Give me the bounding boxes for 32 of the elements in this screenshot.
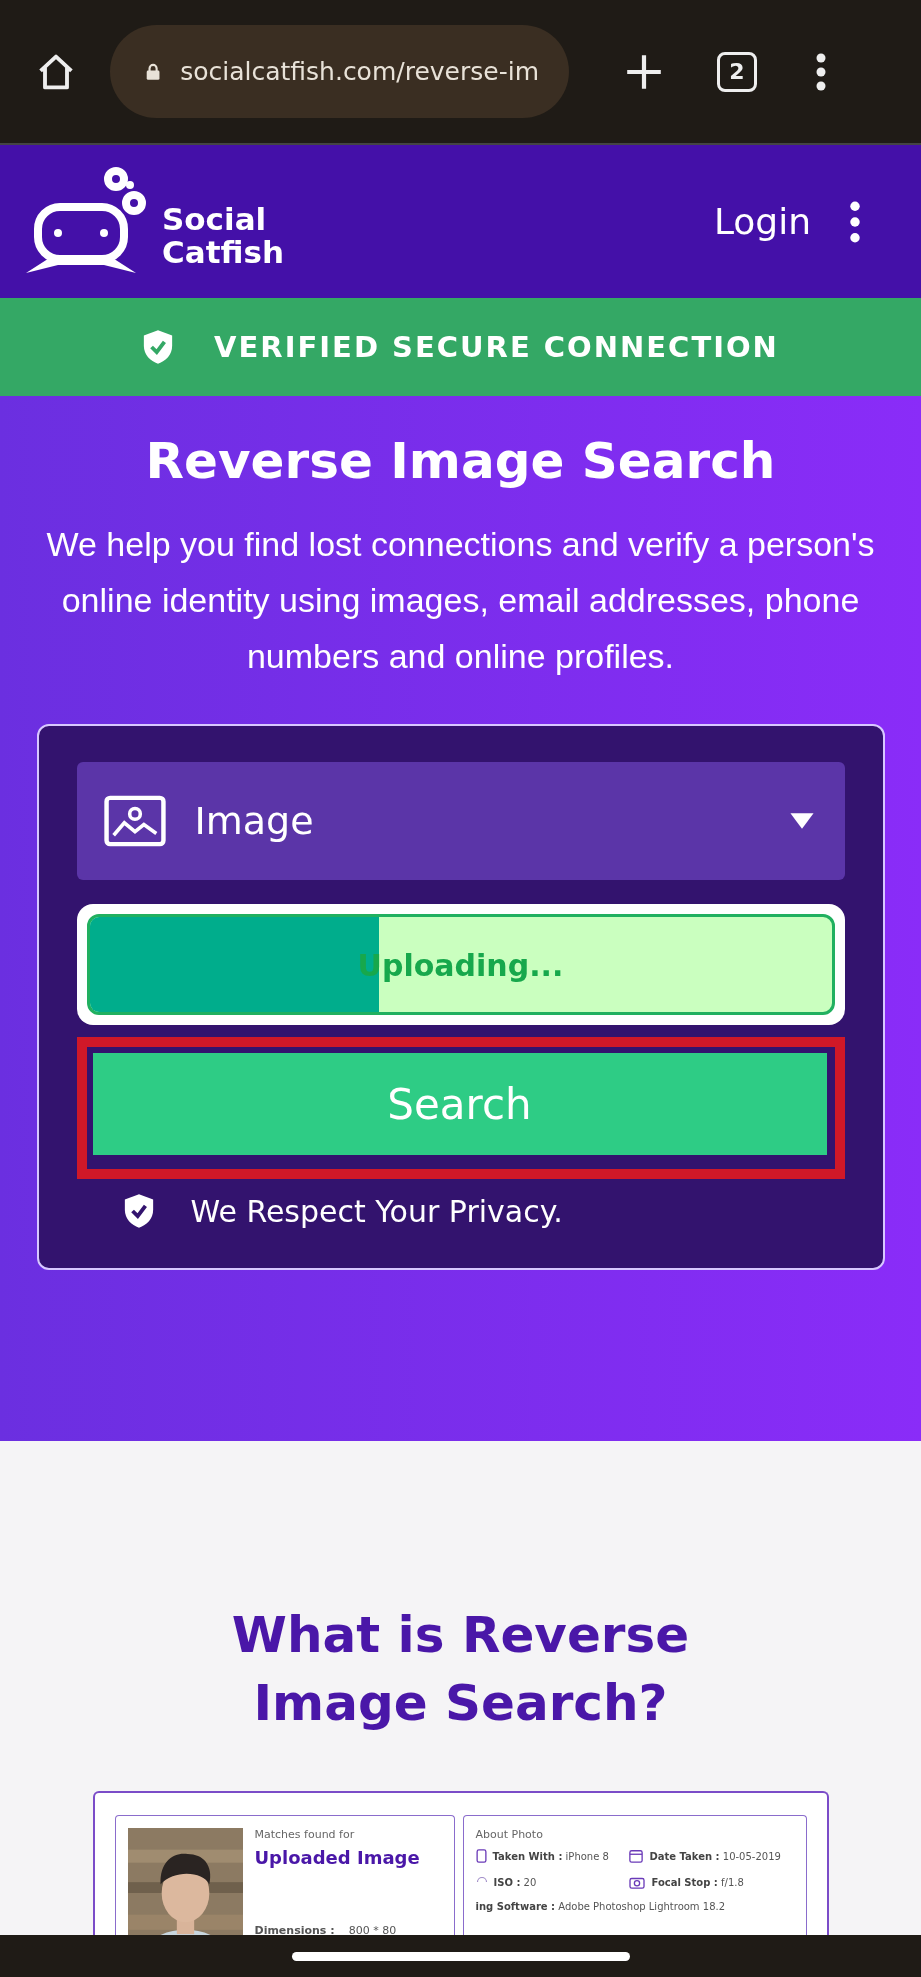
search-type-select[interactable]: Image [76, 762, 845, 880]
menu-icon[interactable] [849, 200, 861, 243]
calendar-icon [629, 1849, 644, 1863]
photo-detail: ISO : 20 [493, 1876, 537, 1888]
phone-icon [475, 1849, 487, 1863]
dimensions-value: 800 * 80 [348, 1924, 397, 1935]
login-link[interactable]: Login [713, 201, 811, 242]
image-icon [102, 794, 167, 848]
matches-label: Matches found for [254, 1828, 356, 1841]
gesture-handle[interactable] [291, 1951, 630, 1961]
tab-count-button[interactable]: 2 [717, 51, 757, 92]
photo-detail: ing Software : Adobe Photoshop Lightroom 18.2 [475, 1901, 726, 1912]
photo-detail: Taken With : iPhone 8 [492, 1850, 609, 1862]
banner-text: VERIFIED SECURE CONNECTION [214, 330, 779, 364]
more-icon[interactable] [815, 51, 827, 92]
matches-title: Uploaded Image [254, 1847, 420, 1868]
brand-name: Catfish [162, 235, 284, 269]
hero-title: Reverse Image Search [145, 432, 776, 490]
url-text: socialcatfish.com/reverse-im [180, 57, 539, 86]
photo-detail: Focal Stop : f/1.8 [651, 1876, 744, 1888]
brand-name: Social [162, 202, 268, 236]
address-bar[interactable]: socialcatfish.com/reverse-im [110, 25, 569, 118]
about-title: About Photo [475, 1828, 544, 1841]
section-title: What is Reverse Image Search? [230, 1605, 691, 1734]
hero-description: We help you find lost connections and verify a person's online identity using images, email addresses, phone numbers and online profiles. [45, 524, 876, 677]
dropdown-caret-icon [788, 812, 815, 830]
photo-detail: Date Taken : 10-05-2019 [649, 1850, 781, 1862]
privacy-note: We Respect Your Privacy. [190, 1193, 563, 1229]
dimensions-label: Dimensions : [254, 1924, 335, 1935]
shield-check-icon [142, 329, 175, 365]
shield-check-icon [122, 1193, 155, 1229]
camera-icon [629, 1875, 646, 1889]
